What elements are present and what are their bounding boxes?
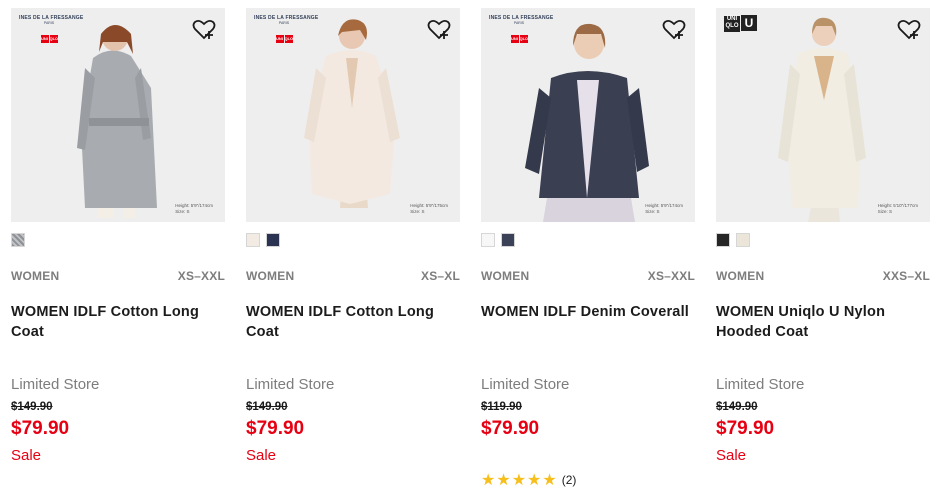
product-name[interactable]: WOMEN IDLF Denim Coverall bbox=[481, 302, 691, 322]
size-range: XXS–XL bbox=[882, 269, 930, 283]
product-name[interactable]: WOMEN Uniqlo U Nylon Hooded Coat bbox=[716, 302, 926, 342]
gender-label: WOMEN bbox=[246, 269, 295, 283]
model-size-note: Height: 5'9"/175cm Size: S bbox=[410, 203, 448, 214]
color-swatch-white[interactable] bbox=[481, 233, 495, 247]
add-to-wishlist-button[interactable] bbox=[897, 18, 921, 42]
model-size-note: Height: 5'9"/174cm Size: S bbox=[645, 203, 683, 214]
product-rating[interactable]: ★★★★★ (2) bbox=[481, 470, 577, 489]
size-range: XS–XL bbox=[420, 269, 460, 283]
color-swatch-off-white[interactable] bbox=[246, 233, 260, 247]
add-to-wishlist-button[interactable] bbox=[662, 18, 686, 42]
color-swatch-natural[interactable] bbox=[736, 233, 750, 247]
store-availability: Limited Store bbox=[11, 376, 100, 393]
product-card[interactable]: INES DE LA FRESSANGE PARIS UNI QLO Height… bbox=[246, 8, 460, 496]
color-swatch-navy[interactable] bbox=[266, 233, 280, 247]
u-logo: U bbox=[741, 15, 757, 31]
store-availability: Limited Store bbox=[481, 376, 570, 393]
product-meta: WOMEN XS–XXL bbox=[11, 269, 225, 285]
idlf-brand-badge: INES DE LA FRESSANGE PARIS UNI QLO bbox=[489, 15, 553, 45]
color-swatch-black[interactable] bbox=[716, 233, 730, 247]
original-price: $149.90 bbox=[11, 401, 53, 413]
store-availability: Limited Store bbox=[716, 376, 805, 393]
model-size-note: Height: 5'9"/174cm Size: S bbox=[175, 203, 213, 214]
product-name[interactable]: WOMEN IDLF Cotton Long Coat bbox=[11, 302, 221, 342]
star-rating-icon: ★★★★★ bbox=[481, 472, 558, 489]
gender-label: WOMEN bbox=[716, 269, 765, 283]
color-swatches bbox=[246, 233, 286, 251]
heart-plus-icon bbox=[897, 19, 921, 40]
product-image[interactable]: INES DE LA FRESSANGE PARIS UNI QLO Height… bbox=[246, 8, 460, 222]
product-meta: WOMEN XS–XL bbox=[246, 269, 460, 285]
store-availability: Limited Store bbox=[246, 376, 335, 393]
add-to-wishlist-button[interactable] bbox=[427, 18, 451, 42]
uniqlo-u-brand-badge: UNI QLO U bbox=[724, 14, 758, 32]
sale-price: $79.90 bbox=[481, 418, 540, 439]
uniqlo-logo: UNI QLO bbox=[724, 16, 740, 32]
sale-label: Sale bbox=[716, 447, 747, 464]
idlf-brand-badge: INES DE LA FRESSANGE PARIS UNI QLO bbox=[19, 15, 83, 45]
heart-plus-icon bbox=[192, 19, 216, 40]
product-image[interactable]: UNI QLO U Height: 5'10"/177cm Size: S bbox=[716, 8, 930, 222]
review-count: (2) bbox=[561, 473, 577, 487]
add-to-wishlist-button[interactable] bbox=[192, 18, 216, 42]
uniqlo-logo: UNI QLO bbox=[275, 35, 294, 43]
size-range: XS–XXL bbox=[177, 269, 225, 283]
color-swatches bbox=[481, 233, 521, 251]
original-price: $149.90 bbox=[716, 401, 758, 413]
product-card[interactable]: UNI QLO U Height: 5'10"/177cm Size: S WOM… bbox=[716, 8, 930, 496]
heart-plus-icon bbox=[427, 19, 451, 40]
color-swatches bbox=[11, 233, 31, 251]
sale-label: Sale bbox=[11, 447, 42, 464]
model-size-note: Height: 5'10"/177cm Size: S bbox=[877, 203, 918, 214]
color-swatch-gray-check[interactable] bbox=[11, 233, 25, 247]
color-swatch-denim-navy[interactable] bbox=[501, 233, 515, 247]
product-card[interactable]: INES DE LA FRESSANGE PARIS UNI QLO Height… bbox=[11, 8, 225, 496]
product-image[interactable]: INES DE LA FRESSANGE PARIS UNI QLO Height… bbox=[481, 8, 695, 222]
sale-price: $79.90 bbox=[246, 418, 305, 439]
product-name[interactable]: WOMEN IDLF Cotton Long Coat bbox=[246, 302, 456, 342]
sale-label: Sale bbox=[246, 447, 277, 464]
gender-label: WOMEN bbox=[11, 269, 60, 283]
uniqlo-logo: UNI QLO bbox=[510, 35, 529, 43]
product-image[interactable]: INES DE LA FRESSANGE PARIS UNI QLO Height… bbox=[11, 8, 225, 222]
size-range: XS–XXL bbox=[647, 269, 695, 283]
product-grid: INES DE LA FRESSANGE PARIS UNI QLO Height… bbox=[0, 0, 940, 496]
uniqlo-logo: UNI QLO bbox=[40, 35, 59, 43]
idlf-brand-badge: INES DE LA FRESSANGE PARIS UNI QLO bbox=[254, 15, 318, 45]
heart-plus-icon bbox=[662, 19, 686, 40]
product-meta: WOMEN XXS–XL bbox=[716, 269, 930, 285]
gender-label: WOMEN bbox=[481, 269, 530, 283]
original-price: $119.90 bbox=[481, 401, 522, 413]
product-meta: WOMEN XS–XXL bbox=[481, 269, 695, 285]
sale-price: $79.90 bbox=[11, 418, 70, 439]
sale-price: $79.90 bbox=[716, 418, 775, 439]
color-swatches bbox=[716, 233, 756, 251]
product-card[interactable]: INES DE LA FRESSANGE PARIS UNI QLO Height… bbox=[481, 8, 695, 496]
original-price: $149.90 bbox=[246, 401, 288, 413]
